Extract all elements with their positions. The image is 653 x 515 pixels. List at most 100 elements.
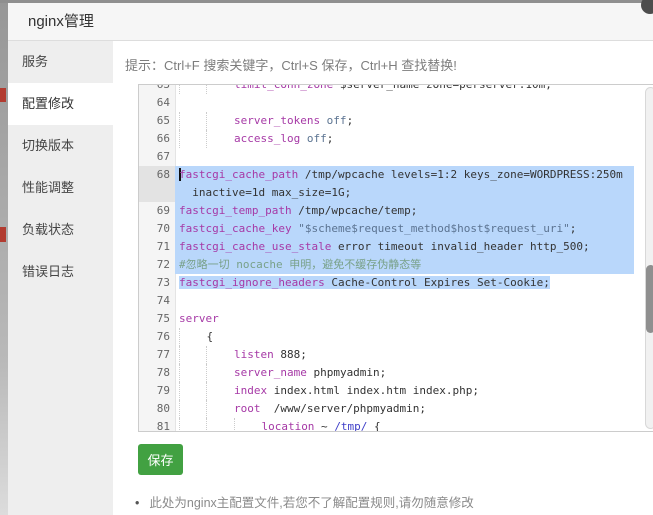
save-button[interactable]: 保存 bbox=[138, 444, 183, 475]
code-text: server bbox=[175, 310, 653, 328]
selected-text: fastcgi_ignore_headers Cache-Control Exp… bbox=[179, 276, 550, 289]
code-line[interactable]: 66access_log off; bbox=[139, 130, 653, 148]
indent-guide bbox=[206, 400, 233, 418]
code-text: index index.html index.htm index.php; bbox=[175, 382, 653, 400]
page-left-edge bbox=[0, 3, 8, 515]
nginx-manager-modal: nginx管理 服务配置修改切换版本性能调整负载状态错误日志 提示：Ctrl+F… bbox=[8, 3, 653, 515]
line-number: 66 bbox=[139, 130, 175, 148]
line-number: 71 bbox=[139, 238, 175, 256]
code-text: server_tokens off; bbox=[175, 112, 653, 130]
token-str: "$scheme$request_method$host$request_uri… bbox=[292, 222, 570, 235]
sidebar-item-1[interactable]: 配置修改 bbox=[8, 83, 113, 125]
token-pl: inactive=1d max_size=1G; bbox=[179, 186, 351, 199]
code-text: fastcgi_cache_key "$scheme$request_metho… bbox=[175, 220, 653, 238]
token-kw: server bbox=[179, 312, 219, 325]
code-line[interactable]: 69fastcgi_temp_path /tmp/wpcache/temp; bbox=[139, 202, 653, 220]
token-kw: fastcgi_cache_use_stale bbox=[179, 240, 331, 253]
code-text: listen 888; bbox=[175, 346, 653, 364]
code-line[interactable]: 63limit_conn_zone $server_name zone=pers… bbox=[139, 85, 653, 94]
token-kw: fastcgi_cache_path bbox=[179, 168, 298, 181]
indent-guide bbox=[179, 400, 206, 418]
token-pl: ~ bbox=[314, 420, 334, 432]
token-pl: { bbox=[367, 420, 380, 432]
line-number: 70 bbox=[139, 220, 175, 238]
code-text: server_name phpmyadmin; bbox=[175, 364, 653, 382]
indent-guide bbox=[179, 364, 206, 382]
token-pl: 888; bbox=[274, 348, 307, 361]
code-line[interactable]: 75 server bbox=[139, 310, 653, 328]
token-kw: access_log bbox=[234, 132, 300, 145]
code-line[interactable]: 78server_name phpmyadmin; bbox=[139, 364, 653, 382]
token-pl: /www/server/phpmyadmin; bbox=[260, 402, 426, 415]
sidebar-item-2[interactable]: 切换版本 bbox=[8, 125, 113, 167]
config-code-editor[interactable]: 63limit_conn_zone $server_name zone=pers… bbox=[138, 84, 653, 432]
line-number: 68 bbox=[139, 166, 175, 184]
code-line[interactable]: inactive=1d max_size=1G; bbox=[139, 184, 653, 202]
token-kw: server_tokens bbox=[234, 114, 320, 127]
indent-guide bbox=[179, 346, 206, 364]
line-number: 77 bbox=[139, 346, 175, 364]
code-text bbox=[175, 94, 653, 112]
token-atom: off bbox=[320, 114, 347, 127]
code-line[interactable]: 73 fastcgi_ignore_headers Cache-Control E… bbox=[139, 274, 653, 292]
code-text: location ~ /tmp/ { bbox=[175, 418, 653, 432]
sidebar-item-3[interactable]: 性能调整 bbox=[8, 167, 113, 209]
sidebar-item-5[interactable]: 错误日志 bbox=[8, 251, 113, 293]
code-text: { bbox=[175, 328, 653, 346]
line-number: 73 bbox=[139, 274, 175, 292]
line-number: 65 bbox=[139, 112, 175, 130]
modal-title: nginx管理 bbox=[8, 3, 653, 40]
code-line[interactable]: 67 bbox=[139, 148, 653, 166]
bullet-icon: • bbox=[135, 496, 139, 510]
token-kw: root bbox=[234, 402, 261, 415]
indent-guide bbox=[206, 112, 233, 130]
code-line[interactable]: 64 bbox=[139, 94, 653, 112]
code-line[interactable]: 70fastcgi_cache_key "$scheme$request_met… bbox=[139, 220, 653, 238]
code-line[interactable]: 74 bbox=[139, 292, 653, 310]
line-number: 74 bbox=[139, 292, 175, 310]
code-line[interactable]: 76{ bbox=[139, 328, 653, 346]
line-number: 69 bbox=[139, 202, 175, 220]
code-text: #忽略一切 nocache 申明，避免不缓存伪静态等 bbox=[175, 256, 653, 274]
code-line[interactable]: 65server_tokens off; bbox=[139, 112, 653, 130]
code-text: fastcgi_temp_path /tmp/wpcache/temp; bbox=[175, 202, 653, 220]
code-line[interactable]: 72 #忽略一切 nocache 申明，避免不缓存伪静态等 bbox=[139, 256, 653, 274]
code-line[interactable]: 71fastcgi_cache_use_stale error timeout … bbox=[139, 238, 653, 256]
footer-note-text: 此处为nginx主配置文件,若您不了解配置规则,请勿随意修改 bbox=[149, 496, 473, 510]
token-cmt: #忽略一切 nocache 申明，避免不缓存伪静态等 bbox=[179, 258, 421, 271]
token-atom: off bbox=[300, 132, 327, 145]
token-pl: phpmyadmin; bbox=[307, 366, 386, 379]
code-text bbox=[175, 148, 653, 166]
token-kw: server_name bbox=[234, 366, 307, 379]
token-pl: /tmp/wpcache/temp; bbox=[292, 204, 418, 217]
code-line[interactable]: 77listen 888; bbox=[139, 346, 653, 364]
sidebar-item-0[interactable]: 服务 bbox=[8, 41, 113, 83]
token-pl: error timeout invalid_header http_500; bbox=[331, 240, 589, 253]
code-line[interactable]: 80root /www/server/phpmyadmin; bbox=[139, 400, 653, 418]
indent-guide bbox=[206, 130, 233, 148]
sidebar-item-4[interactable]: 负载状态 bbox=[8, 209, 113, 251]
footer-note: • 此处为nginx主配置文件,若您不了解配置规则,请勿随意修改 bbox=[135, 492, 474, 511]
token-pl: ; bbox=[570, 222, 577, 235]
indent-guide bbox=[206, 85, 233, 94]
token-kw: index bbox=[234, 384, 267, 397]
content-panel: 提示：Ctrl+F 搜索关键字，Ctrl+S 保存，Ctrl+H 查找替换! 6… bbox=[113, 41, 653, 515]
hint-text: 提示：Ctrl+F 搜索关键字，Ctrl+S 保存，Ctrl+H 查找替换! bbox=[125, 55, 457, 74]
editor-scrollbar[interactable] bbox=[645, 87, 653, 429]
editor-scrollbar-thumb[interactable] bbox=[646, 265, 653, 333]
code-text: fastcgi_cache_path /tmp/wpcache levels=1… bbox=[175, 166, 653, 184]
token-pl: index.html index.htm index.php; bbox=[267, 384, 479, 397]
token-kw: location bbox=[261, 420, 314, 432]
line-number bbox=[139, 184, 175, 202]
line-number: 72 bbox=[139, 256, 175, 274]
code-line[interactable]: 68fastcgi_cache_path /tmp/wpcache levels… bbox=[139, 166, 653, 184]
token-pl: { bbox=[206, 330, 213, 343]
line-number: 78 bbox=[139, 364, 175, 382]
code-line[interactable]: 81location ~ /tmp/ { bbox=[139, 418, 653, 432]
code-text: fastcgi_ignore_headers Cache-Control Exp… bbox=[175, 274, 653, 292]
indent-guide bbox=[206, 418, 233, 432]
code-text: fastcgi_cache_use_stale error timeout in… bbox=[175, 238, 653, 256]
code-line[interactable]: 79index index.html index.htm index.php; bbox=[139, 382, 653, 400]
line-number: 75 bbox=[139, 310, 175, 328]
code-text: root /www/server/phpmyadmin; bbox=[175, 400, 653, 418]
